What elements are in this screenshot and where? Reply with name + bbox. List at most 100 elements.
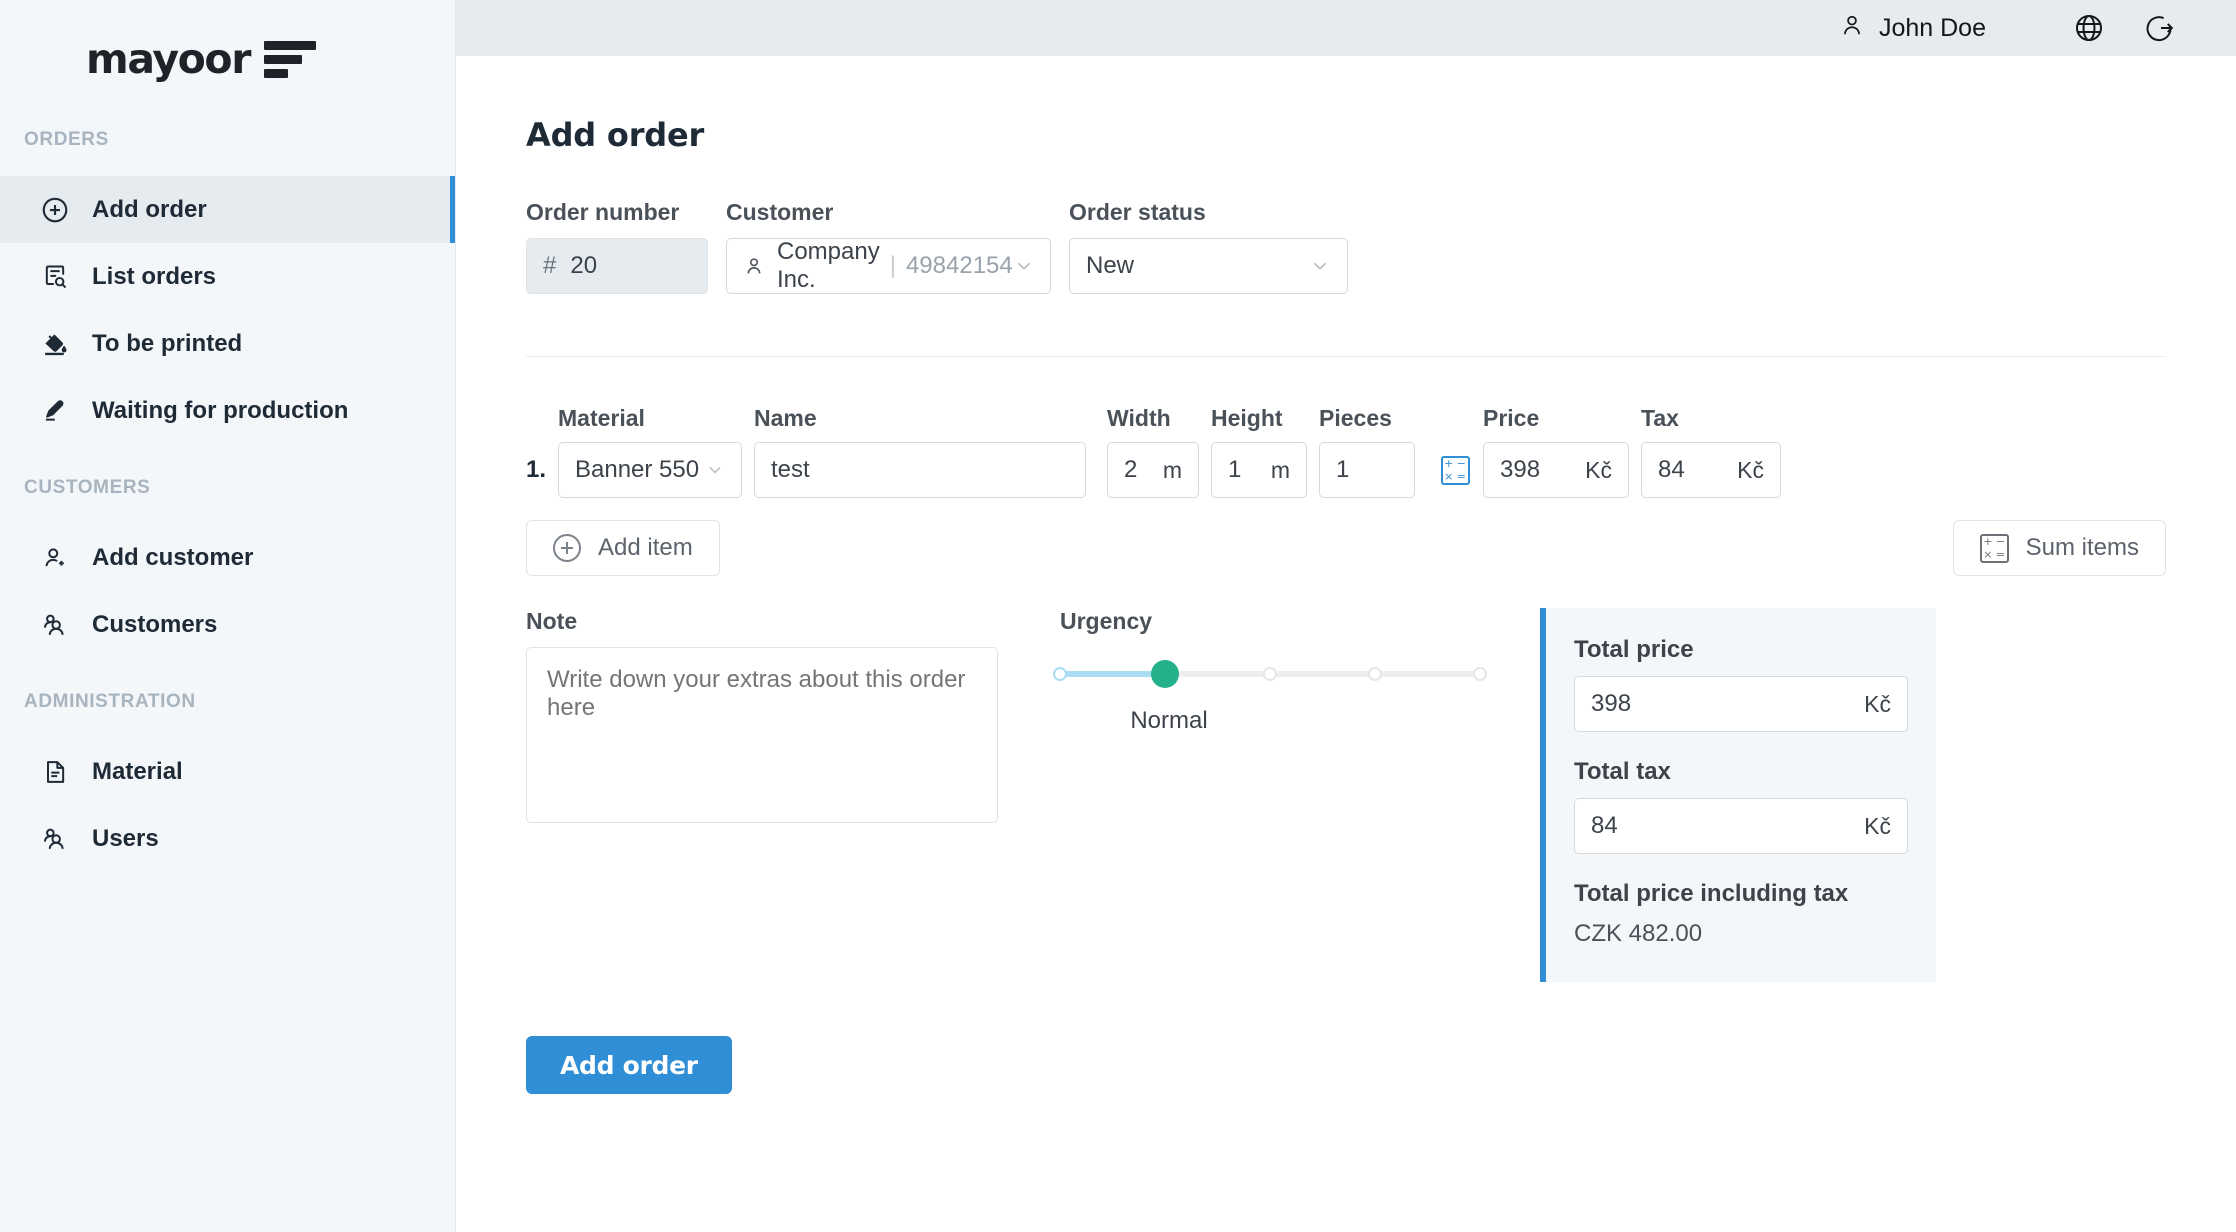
sidebar-item-material[interactable]: Material bbox=[0, 738, 455, 805]
people-icon bbox=[40, 824, 70, 854]
brand-logo[interactable]: mayoor bbox=[0, 0, 455, 118]
person-icon bbox=[743, 255, 765, 277]
sum-items-button[interactable]: +−×= Sum items bbox=[1953, 520, 2166, 576]
logout-icon[interactable] bbox=[2142, 11, 2176, 45]
person-add-icon bbox=[40, 543, 70, 573]
customer-select[interactable]: Company Inc. | 49842154 bbox=[726, 238, 1051, 294]
sidebar-group-customers: CUSTOMERS Add customer bbox=[0, 444, 455, 658]
logo-bars-icon bbox=[264, 41, 316, 78]
price-unit: Kč bbox=[1585, 457, 1612, 484]
total-price-label: Total price bbox=[1574, 636, 1908, 664]
sidebar: mayoor ORDERS Add order bbox=[0, 0, 456, 1232]
sidebar-item-customers[interactable]: Customers bbox=[0, 591, 455, 658]
urgency-value: Normal bbox=[1084, 707, 1254, 735]
order-status-select[interactable]: New bbox=[1069, 238, 1348, 294]
file-text-icon bbox=[40, 757, 70, 787]
sidebar-group-administration: ADMINISTRATION Material bbox=[0, 658, 455, 872]
top-bar: John Doe bbox=[456, 0, 2236, 56]
item-name-input[interactable]: test bbox=[754, 442, 1086, 498]
sidebar-item-label: Material bbox=[92, 758, 183, 786]
sidebar-item-add-customer[interactable]: Add customer bbox=[0, 524, 455, 591]
customer-id: 49842154 bbox=[906, 252, 1013, 280]
app-root: mayoor ORDERS Add order bbox=[0, 0, 2236, 1232]
order-status-value: New bbox=[1086, 252, 1134, 280]
total-price-input[interactable]: 398 Kč bbox=[1574, 676, 1908, 732]
slider-tick[interactable] bbox=[1263, 667, 1277, 681]
column-header-tax: Tax bbox=[1641, 405, 1781, 432]
sidebar-item-users[interactable]: Users bbox=[0, 805, 455, 872]
lower-section: Note Urgency Normal bbox=[526, 608, 2236, 982]
tax-unit: Kč bbox=[1737, 457, 1764, 484]
sum-items-label: Sum items bbox=[2026, 534, 2139, 562]
total-tax-value: 84 bbox=[1591, 812, 1618, 840]
urgency-label: Urgency bbox=[1060, 608, 1480, 635]
slider-thumb[interactable] bbox=[1151, 660, 1179, 688]
total-price-unit: Kč bbox=[1864, 691, 1891, 718]
customer-separator: | bbox=[890, 252, 896, 280]
plus-circle-icon bbox=[40, 195, 70, 225]
slider-tick[interactable] bbox=[1473, 667, 1487, 681]
note-input[interactable] bbox=[526, 647, 998, 823]
table-row: 1. Banner 550 test 2 m bbox=[526, 442, 2236, 498]
submit-section: Add order bbox=[526, 1036, 2236, 1094]
calculator-icon[interactable]: +−×= bbox=[1441, 456, 1470, 485]
note-label: Note bbox=[526, 608, 998, 635]
tax-value: 84 bbox=[1658, 456, 1685, 484]
sidebar-item-to-be-printed[interactable]: To be printed bbox=[0, 310, 455, 377]
sidebar-item-label: To be printed bbox=[92, 330, 242, 358]
calculator-icon: +−×= bbox=[1980, 534, 2009, 563]
add-order-button[interactable]: Add order bbox=[526, 1036, 732, 1094]
note-group: Note bbox=[526, 608, 998, 828]
sidebar-item-list-orders[interactable]: List orders bbox=[0, 243, 455, 310]
items-actions: Add item +−×= Sum items bbox=[526, 520, 2236, 576]
order-number-value: 20 bbox=[570, 252, 597, 280]
items-header-row: Material Name Width Height Pieces Price … bbox=[526, 405, 2236, 432]
user-menu[interactable]: John Doe bbox=[1839, 12, 1986, 45]
sidebar-item-add-order[interactable]: Add order bbox=[0, 176, 455, 243]
add-item-button[interactable]: Add item bbox=[526, 520, 720, 576]
sidebar-item-waiting-for-production[interactable]: Waiting for production bbox=[0, 377, 455, 444]
sidebar-item-label: Customers bbox=[92, 611, 217, 639]
total-tax-input[interactable]: 84 Kč bbox=[1574, 798, 1908, 854]
column-header-pieces: Pieces bbox=[1319, 405, 1415, 432]
tax-input[interactable]: 84 Kč bbox=[1641, 442, 1781, 498]
column-header-price: Price bbox=[1483, 405, 1629, 432]
width-input[interactable]: 2 m bbox=[1107, 442, 1199, 498]
document-search-icon bbox=[40, 262, 70, 292]
row-index: 1. bbox=[526, 456, 558, 484]
urgency-slider[interactable] bbox=[1060, 659, 1480, 689]
customer-group: Customer Company Inc. | 49842154 bbox=[726, 199, 1051, 294]
order-number-input[interactable]: # 20 bbox=[526, 238, 708, 294]
page-title: Add order bbox=[526, 116, 2236, 154]
sidebar-section-title-administration: ADMINISTRATION bbox=[0, 680, 455, 724]
page-content: Add order Order number # 20 Customer bbox=[456, 116, 2236, 1094]
add-item-label: Add item bbox=[598, 534, 693, 562]
sidebar-item-label: Add order bbox=[92, 196, 207, 224]
sidebar-item-label: Add customer bbox=[92, 544, 253, 572]
slider-tick[interactable] bbox=[1053, 667, 1067, 681]
column-header-width: Width bbox=[1107, 405, 1199, 432]
slider-tick[interactable] bbox=[1368, 667, 1382, 681]
price-input[interactable]: 398 Kč bbox=[1483, 442, 1629, 498]
column-header-name: Name bbox=[754, 405, 1086, 432]
pieces-input[interactable]: 1 bbox=[1319, 442, 1415, 498]
sidebar-section-title-orders: ORDERS bbox=[0, 118, 455, 162]
sidebar-item-label: List orders bbox=[92, 263, 216, 291]
width-value: 2 bbox=[1124, 456, 1137, 484]
order-status-label: Order status bbox=[1069, 199, 1348, 226]
person-icon bbox=[1839, 12, 1865, 45]
globe-icon[interactable] bbox=[2072, 11, 2106, 45]
order-header-fields: Order number # 20 Customer Co bbox=[526, 199, 2236, 294]
height-value: 1 bbox=[1228, 456, 1241, 484]
sidebar-item-label: Waiting for production bbox=[92, 397, 348, 425]
totals-panel: Total price 398 Kč Total tax 84 Kč Total… bbox=[1540, 608, 1936, 982]
pieces-value: 1 bbox=[1336, 456, 1349, 484]
slider-fill bbox=[1060, 671, 1165, 677]
height-input[interactable]: 1 m bbox=[1211, 442, 1307, 498]
plus-circle-icon bbox=[553, 534, 581, 562]
total-price-value: 398 bbox=[1591, 690, 1631, 718]
chevron-down-icon bbox=[1309, 255, 1331, 277]
column-header-material: Material bbox=[558, 405, 742, 432]
total-including-tax-value: CZK 482.00 bbox=[1574, 920, 1908, 948]
material-select[interactable]: Banner 550 bbox=[558, 442, 742, 498]
